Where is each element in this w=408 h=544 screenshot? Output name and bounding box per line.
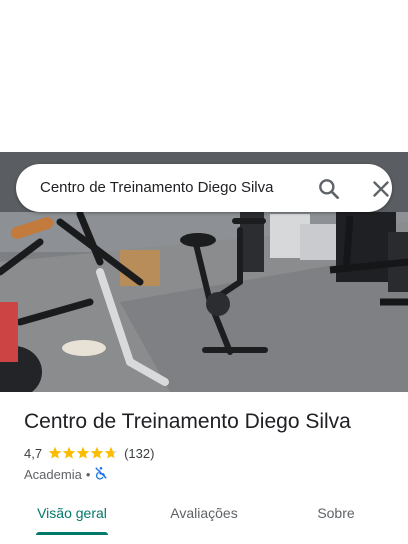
rating-row[interactable]: 4,7 (132) (24, 444, 154, 462)
tab-overview[interactable]: Visão geral (26, 500, 118, 544)
tab-about[interactable]: Sobre (300, 500, 372, 544)
star-icon (90, 446, 104, 459)
category-row: Academia • (24, 465, 108, 483)
tab-reviews[interactable]: Avaliações (156, 500, 252, 544)
active-tab-indicator (36, 532, 108, 535)
review-count[interactable]: (132) (124, 446, 154, 461)
search-bar[interactable]: Centro de Treinamento Diego Silva (16, 164, 392, 212)
place-tabs: Visão geral Avaliações Sobre (0, 500, 408, 544)
close-icon[interactable] (368, 176, 394, 202)
star-icon (62, 446, 76, 459)
map-blank-area (0, 0, 408, 152)
no-wheelchair-access-icon (94, 466, 108, 483)
separator-dot: • (85, 466, 91, 482)
category-label: Academia (24, 466, 82, 482)
star-icon (76, 446, 90, 459)
rating-stars (48, 446, 118, 460)
star-half-icon (104, 446, 118, 459)
star-icon (48, 446, 62, 459)
place-title: Centro de Treinamento Diego Silva (24, 410, 351, 433)
search-input[interactable]: Centro de Treinamento Diego Silva (40, 164, 273, 212)
place-info-panel: Centro de Treinamento Diego Silva 4,7 (1… (0, 392, 408, 544)
search-icon[interactable] (316, 176, 342, 202)
rating-value: 4,7 (24, 445, 43, 461)
